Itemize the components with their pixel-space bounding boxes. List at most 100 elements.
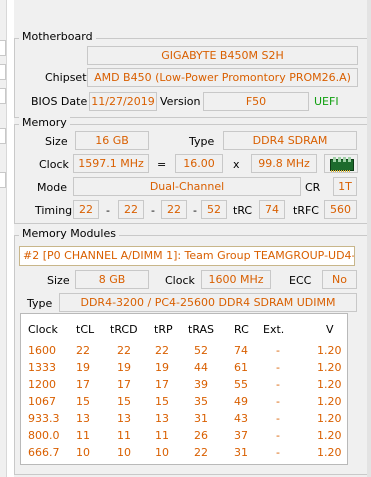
timing-label: Timing xyxy=(35,204,73,217)
timing-separator: - xyxy=(193,204,197,217)
table-cell-trcd: 15 xyxy=(117,395,131,408)
bus-speed-field: 99.8 MHz xyxy=(251,154,317,173)
memory-module-icon xyxy=(324,154,358,173)
table-cell-tcl: 22 xyxy=(76,344,90,357)
chipset-label: Chipset xyxy=(45,71,87,84)
trfc-field: 560 xyxy=(324,200,357,219)
table-cell-trp: 22 xyxy=(155,344,169,357)
module-clock-label: Clock xyxy=(165,274,195,287)
adjacent-panel-tab xyxy=(0,64,6,80)
memory-type-label: Type xyxy=(189,135,215,148)
table-cell-tcl: 15 xyxy=(76,395,90,408)
column-header-ext: Ext. xyxy=(263,323,285,336)
timing-ras-field: 52 xyxy=(201,200,227,219)
table-cell-trcd: 22 xyxy=(117,344,131,357)
motherboard-model-field: GIGABYTE B450M S2H xyxy=(87,46,358,65)
times-sign: x xyxy=(233,158,240,171)
module-clock-field: 1600 MHz xyxy=(201,270,271,289)
table-cell-tras: 22 xyxy=(194,446,208,459)
table-cell-tras: 35 xyxy=(194,395,208,408)
table-cell-voltage: 1.20 xyxy=(317,395,342,408)
equals-sign: = xyxy=(157,158,167,171)
adjacent-panel-tab xyxy=(0,128,6,144)
bios-date-label: BIOS Date xyxy=(31,95,88,108)
adjacent-panel-tab xyxy=(0,40,6,56)
timings-table[interactable]: Clock tCL tRCD tRP tRAS RC Ext. V 1600 2… xyxy=(20,313,348,465)
memory-info-panel: Motherboard GIGABYTE B450M S2H Chipset A… xyxy=(14,0,371,477)
timing-separator: - xyxy=(151,204,155,217)
ecc-label: ECC xyxy=(289,274,312,287)
adjacent-panel-tab xyxy=(0,88,6,104)
memory-clock-field: 1597.1 MHz xyxy=(73,154,149,173)
table-cell-voltage: 1.20 xyxy=(317,429,342,442)
table-cell-rc: 37 xyxy=(234,429,248,442)
table-cell-tcl: 11 xyxy=(76,429,90,442)
bios-version-field: F50 xyxy=(203,92,309,111)
table-cell-tras: 52 xyxy=(194,344,208,357)
right-window-edge xyxy=(367,0,371,477)
table-cell-ext: - xyxy=(276,361,280,374)
memory-group: Memory Size 16 GB Type DDR4 SDRAM Clock … xyxy=(14,116,368,224)
table-cell-voltage: 1.20 xyxy=(317,361,342,374)
table-cell-ext: - xyxy=(276,395,280,408)
table-cell-clock: 1333 xyxy=(28,361,56,374)
ecc-field: No xyxy=(322,270,357,289)
table-cell-trp: 15 xyxy=(155,395,169,408)
table-cell-ext: - xyxy=(276,344,280,357)
column-header-trcd: tRCD xyxy=(110,323,138,336)
memory-group-title: Memory xyxy=(19,116,70,129)
table-cell-voltage: 1.20 xyxy=(317,412,342,425)
table-cell-trcd: 13 xyxy=(117,412,131,425)
uefi-label: UEFI xyxy=(314,95,339,108)
chipset-field: AMD B450 (Low-Power Promontory PROM26.A) xyxy=(87,68,358,87)
table-cell-trcd: 10 xyxy=(117,446,131,459)
table-cell-trcd: 17 xyxy=(117,378,131,391)
column-header-rc: RC xyxy=(234,323,249,336)
trfc-label: tRFC xyxy=(293,204,319,217)
table-cell-trp: 17 xyxy=(155,378,169,391)
command-rate-field: 1T xyxy=(333,177,357,196)
memory-clock-label: Clock xyxy=(39,158,69,171)
table-cell-clock: 933.3 xyxy=(28,412,60,425)
module-type-label: Type xyxy=(27,297,53,310)
timing-cl-field: 22 xyxy=(73,200,99,219)
memory-mode-label: Mode xyxy=(37,181,67,194)
table-cell-clock: 666.7 xyxy=(28,446,60,459)
table-cell-clock: 1200 xyxy=(28,378,56,391)
table-cell-tcl: 10 xyxy=(76,446,90,459)
timing-separator: - xyxy=(106,204,110,217)
module-type-field: DDR4-3200 / PC4-25600 DDR4 SDRAM UDIMM xyxy=(59,293,357,312)
table-cell-trp: 19 xyxy=(155,361,169,374)
memory-size-field: 16 GB xyxy=(75,131,149,150)
adjacent-panel-tab xyxy=(0,172,6,188)
table-cell-trp: 10 xyxy=(155,446,169,459)
table-cell-clock: 800.0 xyxy=(28,429,60,442)
memory-type-field: DDR4 SDRAM xyxy=(223,131,357,150)
column-header-tras: tRAS xyxy=(188,323,215,336)
table-cell-trcd: 11 xyxy=(117,429,131,442)
timing-rp-field: 22 xyxy=(161,200,187,219)
memory-size-label: Size xyxy=(45,135,68,148)
table-cell-ext: - xyxy=(276,412,280,425)
trc-label: tRC xyxy=(233,204,253,217)
version-label: Version xyxy=(160,95,201,108)
table-cell-ext: - xyxy=(276,378,280,391)
module-size-field: 8 GB xyxy=(75,270,149,289)
table-cell-voltage: 1.20 xyxy=(317,378,342,391)
motherboard-group-title: Motherboard xyxy=(19,30,96,43)
table-cell-tras: 26 xyxy=(194,429,208,442)
column-header-tcl: tCL xyxy=(76,323,95,336)
table-cell-tcl: 19 xyxy=(76,361,90,374)
table-cell-trcd: 19 xyxy=(117,361,131,374)
table-cell-tras: 44 xyxy=(194,361,208,374)
table-cell-rc: 49 xyxy=(234,395,248,408)
module-slot-select[interactable]: #2 [P0 CHANNEL A/DIMM 1]: Team Group TEA… xyxy=(19,246,355,266)
module-size-label: Size xyxy=(47,274,70,287)
trc-field: 74 xyxy=(259,200,285,219)
memory-mode-field: Dual-Channel xyxy=(73,177,301,196)
table-cell-tras: 31 xyxy=(194,412,208,425)
table-cell-rc: 61 xyxy=(234,361,248,374)
table-cell-rc: 55 xyxy=(234,378,248,391)
table-cell-trp: 13 xyxy=(155,412,169,425)
table-cell-ext: - xyxy=(276,429,280,442)
